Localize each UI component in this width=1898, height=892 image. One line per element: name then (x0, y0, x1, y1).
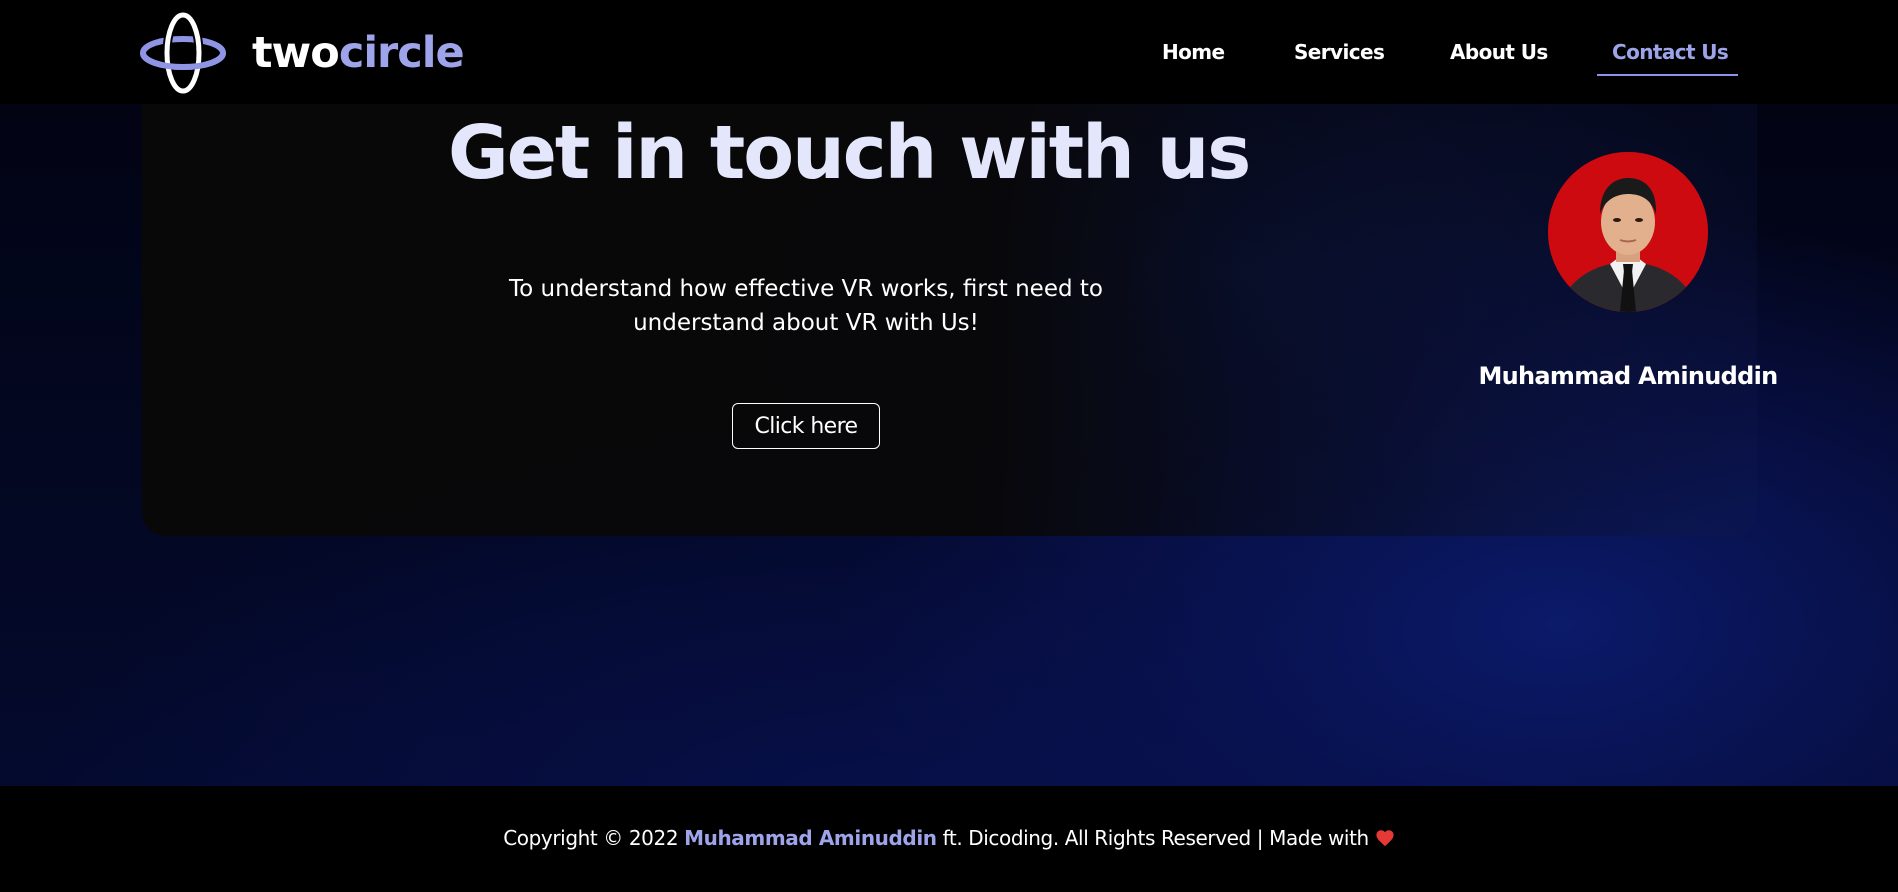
contact-hero: Get in touch with us To understand how e… (0, 104, 1898, 786)
active-nav-underline (1597, 74, 1738, 76)
nav-home-link[interactable]: Home (1162, 40, 1225, 64)
brand-name: twocircle (252, 28, 465, 78)
copyright-prefix: Copyright © 2022 (503, 826, 685, 850)
nav-services-link[interactable]: Services (1294, 40, 1385, 64)
footer: Copyright © 2022 Muhammad Aminuddin ft. … (0, 786, 1898, 892)
copyright-suffix: ft. Dicoding. All Rights Reserved | Made… (936, 826, 1370, 850)
hero-description: To understand how effective VR works, fi… (509, 276, 1103, 336)
brand-name-part-circle: circle (338, 28, 465, 78)
orbit-logo-icon (140, 12, 226, 94)
profile-photo-image (1548, 152, 1708, 312)
brand-logo-link[interactable]: twocircle (140, 12, 465, 94)
profile-photo (1548, 152, 1708, 312)
footer-author-link[interactable]: Muhammad Aminuddin (684, 826, 937, 850)
page-title: Get in touch with us (448, 110, 1251, 196)
navbar: twocircle Home Services About Us Contact… (0, 0, 1898, 104)
nav-about-link[interactable]: About Us (1450, 40, 1548, 64)
nav-contact-link[interactable]: Contact Us (1612, 40, 1729, 64)
profile-name: Muhammad Aminuddin (1478, 362, 1778, 390)
heart-icon (1376, 830, 1394, 847)
brand-name-part-two: two (252, 28, 340, 78)
copyright-text: Copyright © 2022 Muhammad Aminuddin ft. … (0, 826, 1898, 850)
contact-card: Get in touch with us To understand how e… (142, 104, 1778, 536)
click-here-button[interactable]: Click here (732, 403, 880, 449)
